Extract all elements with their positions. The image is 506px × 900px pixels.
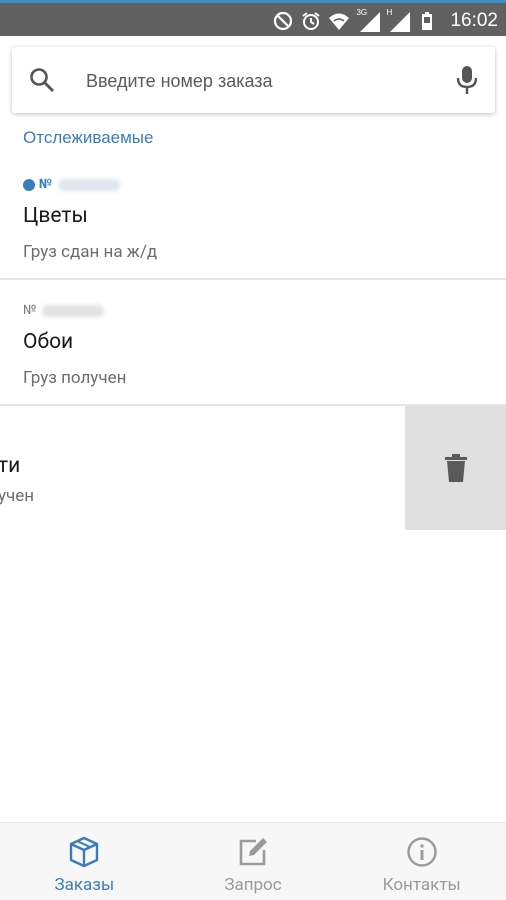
signal-bars-2-icon xyxy=(390,12,411,32)
signal-h: H xyxy=(386,8,411,32)
order-status: Груз получен xyxy=(23,368,127,388)
signal-3g: 3G xyxy=(356,8,381,32)
tab-contacts[interactable]: Контакты xyxy=(337,823,506,900)
dnd-icon xyxy=(274,11,293,31)
tab-contacts-label: Контакты xyxy=(382,875,461,895)
order-number-prefix: № xyxy=(23,303,37,318)
search-bar[interactable] xyxy=(12,47,495,113)
section-title-tracked: Отслеживаемые xyxy=(23,128,154,147)
alarm-icon xyxy=(302,12,321,30)
edit-icon xyxy=(239,838,267,866)
unread-dot xyxy=(23,178,35,191)
order-status: учен xyxy=(0,486,35,506)
order-row[interactable]: № Обои Груз получен xyxy=(0,280,506,406)
status-bar: 3G H 16:02 xyxy=(0,0,506,36)
order-row[interactable]: № Цветы Груз сдан на ж/д xyxy=(0,154,506,280)
order-title: ти xyxy=(0,454,21,478)
bottom-navigation: Заказы Запрос Контакты xyxy=(0,822,506,900)
order-title: Цветы xyxy=(23,204,88,228)
order-number: № xyxy=(23,303,105,318)
order-number: № xyxy=(23,177,121,192)
mic-icon[interactable] xyxy=(453,64,481,96)
info-icon xyxy=(406,837,437,867)
status-icons: 3G H 16:02 xyxy=(272,6,498,36)
search-icon[interactable] xyxy=(28,66,56,94)
signal-bars-icon xyxy=(360,12,381,32)
order-number-redacted xyxy=(58,178,121,191)
trash-icon[interactable] xyxy=(443,453,469,483)
box-icon xyxy=(70,836,99,868)
battery-icon xyxy=(422,12,433,30)
order-number-redacted xyxy=(42,304,105,317)
order-number-prefix: № xyxy=(39,177,53,192)
tab-orders-label: Заказы xyxy=(54,875,115,895)
search-input[interactable] xyxy=(84,65,448,97)
order-title: Обои xyxy=(23,330,74,354)
tab-orders[interactable]: Заказы xyxy=(0,823,169,900)
wifi-icon xyxy=(329,13,350,30)
tab-request-label: Запрос xyxy=(224,875,282,895)
order-status: Груз сдан на ж/д xyxy=(23,242,158,262)
clock: 16:02 xyxy=(450,10,498,31)
tab-request[interactable]: Запрос xyxy=(169,823,338,900)
